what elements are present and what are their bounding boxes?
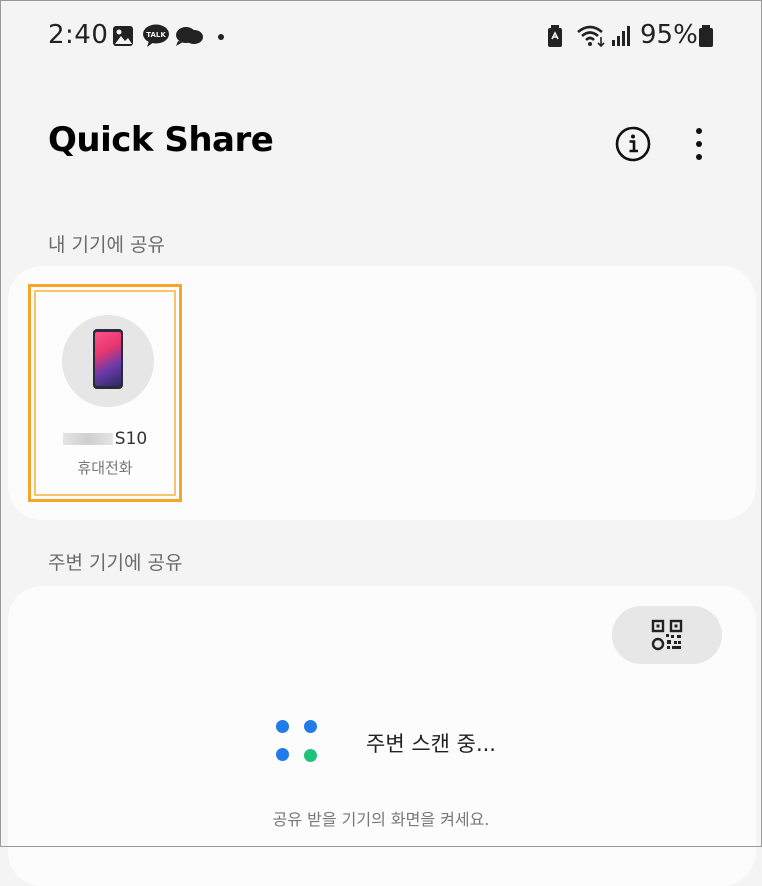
battery-saver-icon [548, 25, 562, 47]
scan-dot [276, 720, 289, 733]
device-avatar [62, 315, 154, 407]
info-button[interactable] [612, 123, 654, 165]
wifi-icon [577, 25, 605, 48]
more-vert-icon [696, 128, 702, 160]
status-bar: 2:40 TALK 95% [0, 0, 762, 72]
more-options-button[interactable] [686, 123, 712, 165]
page-title: Quick Share [48, 120, 274, 160]
battery-percent: 95% [640, 20, 698, 50]
svg-text:TALK: TALK [146, 31, 166, 39]
device-type: 휴대전화 [77, 459, 133, 477]
kakaotalk-icon: TALK [143, 24, 169, 47]
smartphone-icon [93, 329, 123, 389]
signal-icon [612, 26, 630, 46]
hint-text: 공유 받을 기기의 화면을 켜세요. [272, 810, 490, 829]
scan-dot [276, 748, 289, 761]
redacted-text [62, 433, 113, 445]
battery-icon [699, 25, 713, 47]
scan-dot [304, 749, 317, 762]
chat-bubble-icon [176, 27, 203, 46]
device-tile-s10[interactable]: S10 휴대전화 [28, 284, 182, 502]
device-name: S10 [31, 429, 179, 449]
scanning-status-text: 주변 스캔 중... [366, 732, 496, 756]
qr-code-button[interactable] [612, 606, 722, 664]
info-icon [615, 126, 651, 162]
nearby-devices-label: 주변 기기에 공유 [48, 552, 183, 574]
my-devices-label: 내 기기에 공유 [48, 234, 165, 256]
clock: 2:40 [48, 20, 109, 50]
gallery-icon [113, 26, 133, 46]
qr-code-icon [651, 619, 683, 651]
scanning-indicator [274, 718, 320, 764]
scan-dot [304, 720, 317, 733]
dot-icon [218, 34, 224, 40]
